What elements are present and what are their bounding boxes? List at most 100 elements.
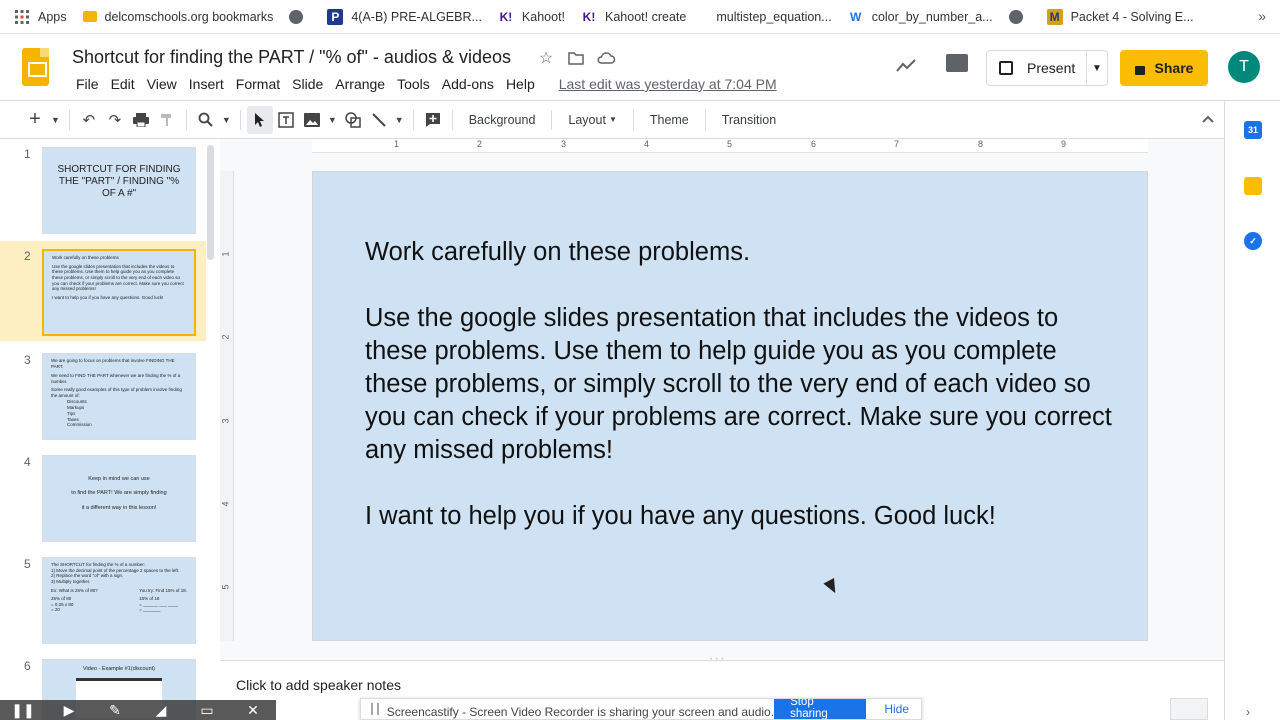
shape-icon[interactable] (340, 106, 366, 134)
explore-button[interactable] (1170, 698, 1208, 720)
filmstrip-scrollbar[interactable] (207, 145, 214, 260)
ruler-tick: 9 (1061, 139, 1067, 149)
new-slide-icon[interactable]: + (22, 106, 48, 134)
bookmark-globe-1[interactable] (281, 0, 319, 34)
close-icon[interactable]: ✕ (230, 702, 276, 719)
menu-add-ons[interactable]: Add-ons (436, 76, 500, 92)
bookmark-label: Apps (38, 9, 67, 24)
slide-thumbnail-2[interactable]: 2 Work carefully on these problems Use t… (0, 241, 206, 341)
bookmark-apps[interactable]: Apps (0, 0, 75, 34)
slide-preview[interactable]: The SHORTCUT for finding the % of a numb… (42, 557, 196, 644)
hide-button[interactable]: Hide (872, 702, 921, 716)
last-edit-link[interactable]: Last edit was yesterday at 7:04 PM (553, 76, 783, 92)
pause-icon[interactable]: ❚❚ (0, 702, 46, 719)
zoom-chevron-icon[interactable]: ▼ (219, 106, 234, 134)
annotate-icon[interactable]: ◢ (138, 702, 184, 719)
horizontal-ruler[interactable]: 1 2 3 4 5 6 7 8 9 (312, 139, 1148, 153)
slide-number: 2 (24, 249, 31, 263)
ruler-tick: 2 (220, 334, 231, 340)
slide-preview[interactable]: SHORTCUT FOR FINDING THE "PART" / FINDIN… (42, 147, 196, 234)
menu-file[interactable]: File (70, 76, 105, 92)
bookmark-kahoot-create[interactable]: K! Kahoot! create (573, 0, 694, 34)
screen-share-banner: Screencastify - Screen Video Recorder is… (360, 698, 922, 720)
bookmark-label: color_by_number_a... (871, 9, 993, 24)
zoom-icon[interactable] (193, 106, 219, 134)
chevron-right-icon[interactable]: › (1246, 705, 1250, 719)
thumb-text: The SHORTCUT for finding the % of a numb… (51, 562, 187, 613)
menu-slide[interactable]: Slide (286, 76, 329, 92)
bookmark-kahoot[interactable]: K! Kahoot! (490, 0, 573, 34)
menu-insert[interactable]: Insert (183, 76, 230, 92)
bookmark-color-by-number[interactable]: W color_by_number_a... (840, 0, 1001, 34)
paint-format-icon[interactable] (154, 106, 180, 134)
calendar-icon[interactable]: 31 (1244, 121, 1262, 139)
document-title[interactable]: Shortcut for finding the PART / "% of" -… (72, 47, 511, 68)
star-icon[interactable]: ☆ (536, 48, 556, 68)
bookmark-pre-algebra[interactable]: P 4(A-B) PRE-ALGEBR... (319, 0, 490, 34)
present-button[interactable]: Present ▼ (986, 50, 1108, 86)
vertical-ruler[interactable]: 1 2 3 4 5 (220, 171, 234, 641)
speaker-notes[interactable]: Click to add speaker notes (236, 677, 401, 693)
keep-icon[interactable] (1244, 177, 1262, 195)
bookmark-label: delcomschools.org bookmarks (104, 9, 274, 24)
thumb-line: We need to FIND THE PART whenever we are… (51, 372, 181, 384)
collapse-chevron-up-icon[interactable] (1202, 110, 1214, 126)
menu-view[interactable]: View (141, 76, 183, 92)
slide-text-box[interactable]: Work carefully on these problems. Use th… (365, 236, 1125, 566)
menu-format[interactable]: Format (230, 76, 286, 92)
account-avatar[interactable]: T (1228, 51, 1260, 83)
drag-handle-icon[interactable] (371, 703, 379, 715)
present-main[interactable]: Present (987, 51, 1087, 85)
play-icon[interactable]: ▶ (46, 702, 92, 719)
bookmark-packet-4[interactable]: M Packet 4 - Solving E... (1039, 0, 1202, 34)
line-chevron-icon[interactable]: ▼ (392, 106, 407, 134)
menu-edit[interactable]: Edit (105, 76, 141, 92)
slides-logo-icon[interactable] (22, 48, 49, 86)
cloud-status-icon[interactable] (596, 48, 616, 68)
share-button[interactable]: Share (1120, 50, 1208, 86)
print-icon[interactable] (128, 106, 154, 134)
webcam-icon[interactable]: ▭ (184, 702, 230, 719)
tasks-icon[interactable]: ✓ (1244, 232, 1262, 250)
bookmark-label: Kahoot! (521, 9, 566, 24)
globe-icon (289, 9, 304, 24)
notes-resize-handle[interactable] (220, 657, 1224, 666)
stop-sharing-button[interactable]: Stop sharing (774, 699, 867, 719)
activity-dashboard-icon[interactable] (896, 56, 916, 77)
present-options-chevron-icon[interactable]: ▼ (1087, 63, 1107, 74)
bookmark-label: 4(A-B) PRE-ALGEBR... (351, 9, 482, 24)
slide-thumbnail-4[interactable]: 4 Keep in mind we can use to find the PA… (0, 447, 206, 542)
bookmark-delcomschools[interactable]: delcomschools.org bookmarks (75, 0, 282, 34)
ruler-tick: 5 (220, 584, 231, 590)
slide-preview[interactable]: Work carefully on these problems Use the… (42, 249, 196, 336)
menu-tools[interactable]: Tools (391, 76, 436, 92)
slide-thumbnail-1[interactable]: 1 SHORTCUT FOR FINDING THE "PART" / FIND… (0, 139, 206, 234)
background-button[interactable]: Background (459, 106, 546, 134)
current-slide[interactable]: Work carefully on these problems. Use th… (312, 171, 1148, 641)
redo-icon[interactable]: ↷ (102, 106, 128, 134)
line-icon[interactable] (366, 106, 392, 134)
slide-preview[interactable]: We are going to focus on problems that i… (42, 353, 196, 440)
slide-preview[interactable]: Keep in mind we can use to find the PART… (42, 455, 196, 542)
bookmark-multistep[interactable]: multistep_equation... (694, 0, 839, 34)
pen-icon[interactable]: ✎ (92, 702, 138, 719)
new-slide-layout-chevron-icon[interactable]: ▼ (48, 106, 63, 134)
menu-help[interactable]: Help (500, 76, 541, 92)
menu-arrange[interactable]: Arrange (329, 76, 391, 92)
more-bookmarks-icon[interactable]: » (1258, 8, 1266, 24)
text-box-icon[interactable] (273, 106, 299, 134)
slide-thumbnail-3[interactable]: 3 We are going to focus on problems that… (0, 345, 206, 440)
ruler-tick: 1 (220, 251, 231, 257)
image-icon[interactable] (299, 106, 325, 134)
image-chevron-icon[interactable]: ▼ (325, 106, 340, 134)
slide-thumbnail-5[interactable]: 5 The SHORTCUT for finding the % of a nu… (0, 549, 206, 644)
transition-button[interactable]: Transition (712, 106, 786, 134)
comment-history-icon[interactable] (946, 54, 968, 72)
bookmark-globe-2[interactable] (1001, 0, 1039, 34)
undo-icon[interactable]: ↶ (76, 106, 102, 134)
select-tool-icon[interactable] (246, 105, 273, 134)
add-comment-icon[interactable] (420, 106, 446, 134)
move-folder-icon[interactable] (566, 48, 586, 68)
layout-button[interactable]: Layout ▼ (558, 106, 626, 134)
theme-button[interactable]: Theme (640, 106, 699, 134)
